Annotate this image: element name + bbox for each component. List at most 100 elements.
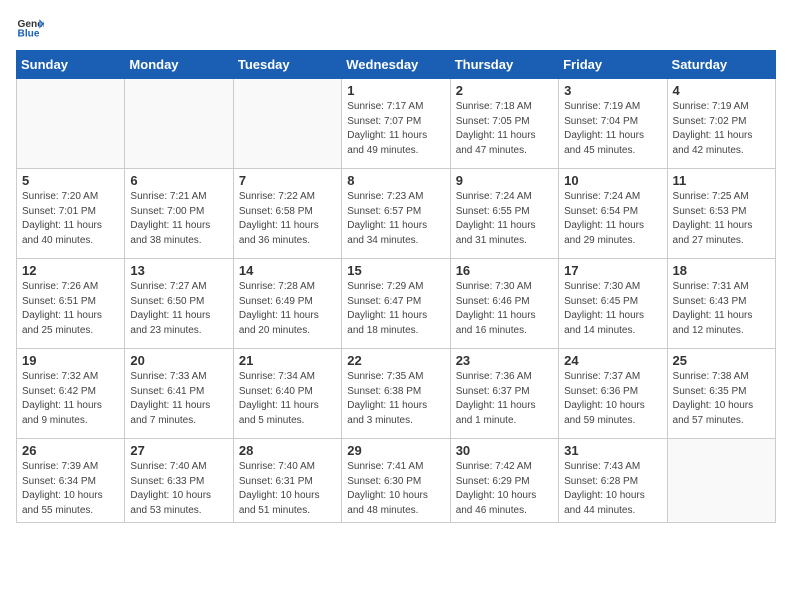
- day-number: 11: [673, 173, 770, 188]
- calendar-cell: 28 Sunrise: 7:40 AM Sunset: 6:31 PM Dayli…: [233, 439, 341, 523]
- day-number: 29: [347, 443, 444, 458]
- day-info: Sunrise: 7:35 AM Sunset: 6:38 PM Dayligh…: [347, 370, 444, 428]
- day-info: Sunrise: 7:40 AM Sunset: 6:31 PM Dayligh…: [239, 460, 336, 518]
- day-header-saturday: Saturday: [667, 51, 775, 79]
- calendar-cell: 8 Sunrise: 7:23 AM Sunset: 6:57 PM Daylig…: [342, 169, 450, 259]
- day-number: 21: [239, 353, 336, 368]
- day-info: Sunrise: 7:19 AM Sunset: 7:04 PM Dayligh…: [564, 100, 661, 158]
- day-number: 3: [564, 83, 661, 98]
- calendar-cell: [233, 79, 341, 169]
- day-number: 31: [564, 443, 661, 458]
- calendar-cell: 19 Sunrise: 7:32 AM Sunset: 6:42 PM Dayli…: [17, 349, 125, 439]
- day-info: Sunrise: 7:30 AM Sunset: 6:45 PM Dayligh…: [564, 280, 661, 338]
- calendar-cell: 10Sunrise: 7:24 AM Sunset: 6:54 PM Dayli…: [559, 169, 667, 259]
- day-number: 19: [22, 353, 119, 368]
- calendar-cell: 4 Sunrise: 7:19 AM Sunset: 7:02 PM Daylig…: [667, 79, 775, 169]
- day-info: Sunrise: 7:36 AM Sunset: 6:37 PM Dayligh…: [456, 370, 553, 428]
- day-number: 23: [456, 353, 553, 368]
- calendar-cell: 24 Sunrise: 7:37 AM Sunset: 6:36 PM Dayli…: [559, 349, 667, 439]
- day-info: Sunrise: 7:24 AM Sunset: 6:54 PM Dayligh…: [564, 190, 661, 248]
- day-info: Sunrise: 7:21 AM Sunset: 7:00 PM Dayligh…: [130, 190, 227, 248]
- day-info: Sunrise: 7:27 AM Sunset: 6:50 PM Dayligh…: [130, 280, 227, 338]
- day-info: Sunrise: 7:23 AM Sunset: 6:57 PM Dayligh…: [347, 190, 444, 248]
- day-info: Sunrise: 7:40 AM Sunset: 6:33 PM Dayligh…: [130, 460, 227, 518]
- day-number: 16: [456, 263, 553, 278]
- calendar-cell: 5 Sunrise: 7:20 AM Sunset: 7:01 PM Daylig…: [17, 169, 125, 259]
- calendar-header-row: SundayMondayTuesdayWednesdayThursdayFrid…: [17, 51, 776, 79]
- day-info: Sunrise: 7:30 AM Sunset: 6:46 PM Dayligh…: [456, 280, 553, 338]
- day-info: Sunrise: 7:25 AM Sunset: 6:53 PM Dayligh…: [673, 190, 770, 248]
- calendar-week-row: 5 Sunrise: 7:20 AM Sunset: 7:01 PM Daylig…: [17, 169, 776, 259]
- calendar-cell: 6 Sunrise: 7:21 AM Sunset: 7:00 PM Daylig…: [125, 169, 233, 259]
- calendar-cell: 22 Sunrise: 7:35 AM Sunset: 6:38 PM Dayli…: [342, 349, 450, 439]
- day-info: Sunrise: 7:20 AM Sunset: 7:01 PM Dayligh…: [22, 190, 119, 248]
- day-info: Sunrise: 7:26 AM Sunset: 6:51 PM Dayligh…: [22, 280, 119, 338]
- day-number: 22: [347, 353, 444, 368]
- day-info: Sunrise: 7:19 AM Sunset: 7:02 PM Dayligh…: [673, 100, 770, 158]
- day-number: 20: [130, 353, 227, 368]
- day-info: Sunrise: 7:39 AM Sunset: 6:34 PM Dayligh…: [22, 460, 119, 518]
- day-number: 2: [456, 83, 553, 98]
- day-header-tuesday: Tuesday: [233, 51, 341, 79]
- calendar-cell: 14Sunrise: 7:28 AM Sunset: 6:49 PM Dayli…: [233, 259, 341, 349]
- calendar-week-row: 19 Sunrise: 7:32 AM Sunset: 6:42 PM Dayli…: [17, 349, 776, 439]
- day-number: 4: [673, 83, 770, 98]
- calendar-cell: 1 Sunrise: 7:17 AM Sunset: 7:07 PM Daylig…: [342, 79, 450, 169]
- calendar-cell: 26 Sunrise: 7:39 AM Sunset: 6:34 PM Dayli…: [17, 439, 125, 523]
- day-info: Sunrise: 7:43 AM Sunset: 6:28 PM Dayligh…: [564, 460, 661, 518]
- calendar-cell: 25Sunrise: 7:38 AM Sunset: 6:35 PM Dayli…: [667, 349, 775, 439]
- day-info: Sunrise: 7:37 AM Sunset: 6:36 PM Dayligh…: [564, 370, 661, 428]
- calendar-week-row: 1 Sunrise: 7:17 AM Sunset: 7:07 PM Daylig…: [17, 79, 776, 169]
- day-number: 17: [564, 263, 661, 278]
- day-info: Sunrise: 7:17 AM Sunset: 7:07 PM Dayligh…: [347, 100, 444, 158]
- day-number: 5: [22, 173, 119, 188]
- calendar-week-row: 12 Sunrise: 7:26 AM Sunset: 6:51 PM Dayli…: [17, 259, 776, 349]
- calendar-cell: 20Sunrise: 7:33 AM Sunset: 6:41 PM Dayli…: [125, 349, 233, 439]
- day-header-monday: Monday: [125, 51, 233, 79]
- calendar-cell: 23 Sunrise: 7:36 AM Sunset: 6:37 PM Dayli…: [450, 349, 558, 439]
- day-number: 8: [347, 173, 444, 188]
- calendar-cell: 31 Sunrise: 7:43 AM Sunset: 6:28 PM Dayli…: [559, 439, 667, 523]
- day-number: 28: [239, 443, 336, 458]
- calendar-cell: 30 Sunrise: 7:42 AM Sunset: 6:29 PM Dayli…: [450, 439, 558, 523]
- calendar-cell: 27 Sunrise: 7:40 AM Sunset: 6:33 PM Dayli…: [125, 439, 233, 523]
- day-info: Sunrise: 7:29 AM Sunset: 6:47 PM Dayligh…: [347, 280, 444, 338]
- day-number: 24: [564, 353, 661, 368]
- day-number: 7: [239, 173, 336, 188]
- day-number: 26: [22, 443, 119, 458]
- calendar-cell: 18Sunrise: 7:31 AM Sunset: 6:43 PM Dayli…: [667, 259, 775, 349]
- day-header-friday: Friday: [559, 51, 667, 79]
- day-number: 1: [347, 83, 444, 98]
- day-info: Sunrise: 7:42 AM Sunset: 6:29 PM Dayligh…: [456, 460, 553, 518]
- day-info: Sunrise: 7:34 AM Sunset: 6:40 PM Dayligh…: [239, 370, 336, 428]
- calendar-cell: 7Sunrise: 7:22 AM Sunset: 6:58 PM Daylig…: [233, 169, 341, 259]
- day-number: 15: [347, 263, 444, 278]
- svg-text:Blue: Blue: [18, 28, 40, 38]
- calendar-cell: 9Sunrise: 7:24 AM Sunset: 6:55 PM Daylig…: [450, 169, 558, 259]
- day-info: Sunrise: 7:41 AM Sunset: 6:30 PM Dayligh…: [347, 460, 444, 518]
- day-number: 6: [130, 173, 227, 188]
- day-info: Sunrise: 7:24 AM Sunset: 6:55 PM Dayligh…: [456, 190, 553, 248]
- day-number: 13: [130, 263, 227, 278]
- calendar-cell: 21 Sunrise: 7:34 AM Sunset: 6:40 PM Dayli…: [233, 349, 341, 439]
- day-info: Sunrise: 7:38 AM Sunset: 6:35 PM Dayligh…: [673, 370, 770, 428]
- calendar-cell: 13 Sunrise: 7:27 AM Sunset: 6:50 PM Dayli…: [125, 259, 233, 349]
- calendar-cell: [17, 79, 125, 169]
- calendar-cell: 15 Sunrise: 7:29 AM Sunset: 6:47 PM Dayli…: [342, 259, 450, 349]
- calendar-cell: 16 Sunrise: 7:30 AM Sunset: 6:46 PM Dayli…: [450, 259, 558, 349]
- day-info: Sunrise: 7:32 AM Sunset: 6:42 PM Dayligh…: [22, 370, 119, 428]
- calendar-cell: 12 Sunrise: 7:26 AM Sunset: 6:51 PM Dayli…: [17, 259, 125, 349]
- day-number: 18: [673, 263, 770, 278]
- logo-icon: General Blue: [16, 16, 44, 38]
- calendar-cell: 29 Sunrise: 7:41 AM Sunset: 6:30 PM Dayli…: [342, 439, 450, 523]
- calendar-cell: 2 Sunrise: 7:18 AM Sunset: 7:05 PM Daylig…: [450, 79, 558, 169]
- day-info: Sunrise: 7:18 AM Sunset: 7:05 PM Dayligh…: [456, 100, 553, 158]
- day-number: 27: [130, 443, 227, 458]
- day-header-wednesday: Wednesday: [342, 51, 450, 79]
- calendar-cell: 17 Sunrise: 7:30 AM Sunset: 6:45 PM Dayli…: [559, 259, 667, 349]
- calendar-table: SundayMondayTuesdayWednesdayThursdayFrid…: [16, 50, 776, 523]
- day-number: 12: [22, 263, 119, 278]
- calendar-cell: [125, 79, 233, 169]
- day-number: 30: [456, 443, 553, 458]
- calendar-cell: 11 Sunrise: 7:25 AM Sunset: 6:53 PM Dayli…: [667, 169, 775, 259]
